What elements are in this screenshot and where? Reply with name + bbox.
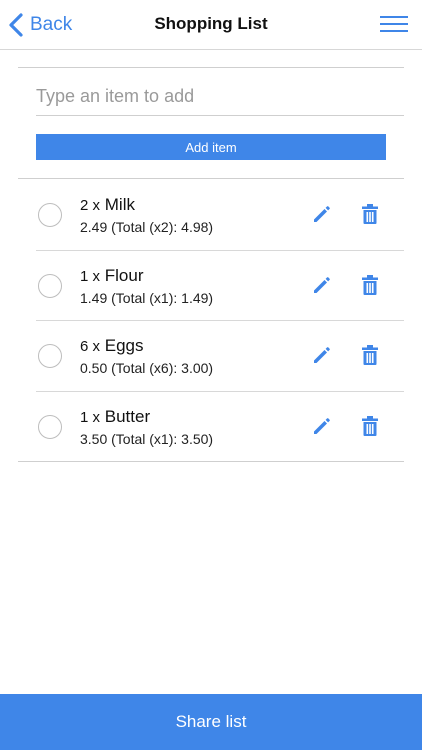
list-item: 2 x Milk 2.49 (Total (x2): 4.98) xyxy=(18,179,404,250)
page-title: Shopping List xyxy=(154,14,268,33)
item-price: 2.49 (Total (x2): 4.98) xyxy=(80,219,214,235)
item-checkbox[interactable] xyxy=(38,344,62,368)
pencil-icon[interactable] xyxy=(312,275,332,295)
pencil-icon[interactable] xyxy=(312,416,332,436)
hamburger-menu-icon[interactable] xyxy=(380,16,408,34)
item-name: Eggs xyxy=(104,336,144,355)
item-quantity: 2 x xyxy=(80,197,101,214)
menu-bar xyxy=(380,23,408,25)
trash-icon[interactable] xyxy=(361,274,379,296)
list-item: 6 x Eggs 0.50 (Total (x6): 3.00) xyxy=(18,320,404,391)
pencil-icon[interactable] xyxy=(312,345,332,365)
shopping-list: 2 x Milk 2.49 (Total (x2): 4.98) 1 x Flo… xyxy=(18,178,404,462)
item-name-line: 2 x Milk xyxy=(80,195,135,215)
item-price: 0.50 (Total (x6): 3.00) xyxy=(80,360,214,376)
item-quantity: 1 x xyxy=(80,408,101,426)
item-name-line: 1 x Flour xyxy=(80,266,143,286)
list-item: 1 x Butter 3.50 (Total (x1): 3.50) xyxy=(18,390,404,462)
item-name: Milk xyxy=(104,195,135,214)
item-price: 1.49 (Total (x1): 1.49) xyxy=(80,289,214,306)
trash-icon[interactable] xyxy=(361,203,379,225)
item-name: Flour xyxy=(104,265,144,285)
item-checkbox[interactable] xyxy=(38,203,62,227)
item-name-line: 1 x Butter xyxy=(80,407,150,427)
add-item-input[interactable] xyxy=(36,78,404,116)
share-list-button[interactable]: Share list xyxy=(0,694,422,750)
add-item-button[interactable]: Add item xyxy=(36,134,386,160)
item-name: Butter xyxy=(104,406,151,426)
item-price: 3.50 (Total (x1): 3.50) xyxy=(80,430,214,447)
item-checkbox[interactable] xyxy=(38,414,62,439)
menu-bar xyxy=(380,30,408,32)
item-quantity: 6 x xyxy=(80,338,101,355)
divider xyxy=(18,67,404,68)
top-bar: Back Shopping List xyxy=(0,0,422,50)
menu-bar xyxy=(380,16,408,18)
item-name-line: 6 x Eggs xyxy=(80,336,144,356)
item-checkbox[interactable] xyxy=(38,273,62,298)
trash-icon[interactable] xyxy=(361,415,379,437)
trash-icon[interactable] xyxy=(361,344,379,366)
list-item: 1 x Flour 1.49 (Total (x1): 1.49) xyxy=(18,249,404,321)
item-quantity: 1 x xyxy=(80,267,101,285)
pencil-icon[interactable] xyxy=(312,204,332,224)
